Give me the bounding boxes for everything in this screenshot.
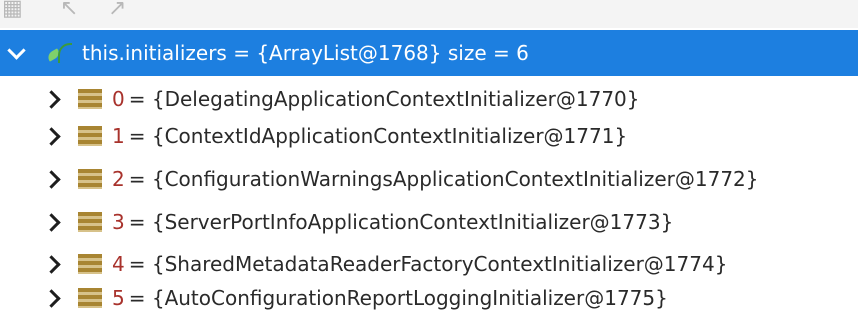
array-element-icon [78,254,102,274]
tree-row-item[interactable]: 3 = {ServerPortInfoApplicationContextIni… [0,199,858,245]
item-value: = {ServerPortInfoApplicationContextIniti… [128,210,674,234]
tree-row-root[interactable]: this.initializers = {ArrayList@1768} siz… [0,30,858,76]
root-label: this.initializers = {ArrayList@1768} siz… [82,41,529,65]
back-arrow-icon[interactable]: ↖ [60,0,78,20]
array-element-icon [78,288,102,308]
item-index: 4 [112,252,125,276]
item-value: = {ContextIdApplicationContextInitialize… [128,124,628,148]
array-element-icon [78,169,102,189]
forward-arrow-icon[interactable]: ↗ [108,0,126,20]
chevron-down-icon[interactable] [7,40,26,60]
array-element-icon [78,89,102,109]
chevron-right-icon[interactable] [42,89,61,109]
item-value: = {SharedMetadataReaderFactoryContextIni… [128,252,728,276]
item-index: 1 [112,124,125,148]
chevron-right-icon[interactable] [42,288,61,308]
chevron-right-icon[interactable] [42,169,61,189]
item-index: 2 [112,167,125,191]
item-value: = {AutoConfigurationReportLoggingInitial… [128,286,668,310]
array-element-icon [78,212,102,232]
chevron-right-icon[interactable] [42,212,61,232]
debugger-toolbar: ▦ ↖ ↗ [0,0,858,28]
tree-row-item[interactable]: 2 = {ConfigurationWarningsApplicationCon… [0,156,858,202]
item-index: 0 [112,87,125,111]
chevron-right-icon[interactable] [42,254,61,274]
item-value: = {DelegatingApplicationContextInitializ… [128,87,640,111]
tree-row-item[interactable]: 5 = {AutoConfigurationReportLoggingIniti… [0,275,858,321]
field-icon [43,40,77,66]
item-index: 3 [112,210,125,234]
grid-icon[interactable]: ▦ [2,0,23,20]
tree-row-item[interactable]: 1 = {ContextIdApplicationContextInitiali… [0,113,858,159]
item-value: = {ConfigurationWarningsApplicationConte… [128,167,759,191]
chevron-right-icon[interactable] [42,126,61,146]
array-element-icon [78,126,102,146]
item-index: 5 [112,286,125,310]
